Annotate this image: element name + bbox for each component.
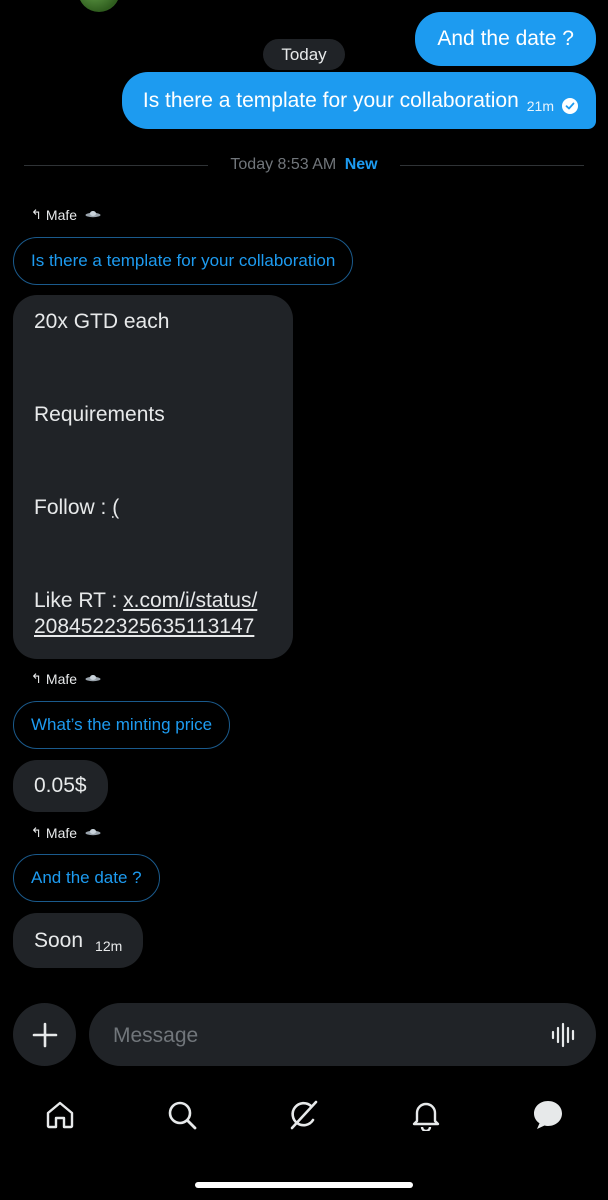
message-text: Is there a template for your collaborati…	[142, 88, 519, 112]
follow-link[interactable]: (	[112, 496, 119, 519]
divider-line-left	[24, 165, 208, 166]
new-label: New	[344, 156, 378, 173]
messages-icon	[534, 1101, 562, 1129]
incoming-message[interactable]: 0.05$	[13, 760, 108, 812]
outgoing-message[interactable]: Is there a template for your collaborati…	[121, 72, 596, 129]
reply-to-name: Mafe	[45, 207, 78, 223]
avatar[interactable]	[78, 0, 120, 12]
like-rt-label: Like RT :	[34, 589, 124, 612]
voice-message-icon[interactable]	[550, 1021, 578, 1054]
quoted-text: What’s the minting price	[31, 715, 213, 734]
dm-conversation-screen: And the date ? Today Is there a template…	[0, 0, 608, 1200]
reply-to-name: Mafe	[45, 671, 78, 687]
reply-indicator: ↰ Mafe	[31, 671, 101, 687]
home-icon	[46, 1101, 74, 1129]
incoming-message[interactable]: Soon 12m	[13, 913, 144, 968]
message-timestamp: 21m	[526, 97, 554, 114]
message-line: Follow : (	[34, 495, 119, 521]
nav-messages[interactable]	[523, 1090, 573, 1140]
nav-notifications[interactable]	[401, 1090, 451, 1140]
quoted-text: And the date ?	[31, 868, 142, 887]
date-label: Today	[281, 44, 327, 64]
outgoing-message[interactable]: And the date ?	[415, 12, 596, 66]
add-media-button[interactable]	[13, 1003, 76, 1066]
quoted-message[interactable]: Is there a template for your collaborati…	[13, 237, 354, 285]
follow-label: Follow :	[34, 496, 113, 519]
grok-icon	[290, 1100, 318, 1130]
message-text: 0.05$	[34, 774, 87, 797]
quoted-message[interactable]: What’s the minting price	[13, 701, 231, 749]
quoted-message[interactable]: And the date ?	[13, 854, 160, 902]
bottom-navigation	[0, 1090, 608, 1140]
reply-indicator: ↰ Mafe	[31, 825, 101, 841]
status-link[interactable]: x.com/i/status/	[123, 589, 257, 612]
message-field-wrapper	[89, 1003, 596, 1068]
notifications-icon	[412, 1102, 440, 1131]
quoted-text: Is there a template for your collaborati…	[31, 251, 336, 270]
message-line: 20x GTD each	[34, 310, 170, 333]
divider-line-right	[400, 165, 584, 166]
plus-icon	[32, 1022, 57, 1047]
message-composer	[0, 1003, 608, 1068]
status-link-id[interactable]: 2084522325635113147	[34, 615, 254, 638]
reply-arrow-icon: ↰	[31, 207, 42, 222]
reply-arrow-icon: ↰	[31, 671, 42, 686]
nav-grok[interactable]	[279, 1090, 329, 1140]
incoming-message[interactable]: 20x GTD each Requirements Follow : ( Lik…	[13, 295, 293, 659]
new-messages-divider: Today 8:53 AM New	[208, 156, 400, 174]
divider-time: Today 8:53 AM	[230, 156, 337, 173]
reply-to-name: Mafe	[45, 825, 78, 841]
message-text: And the date ?	[437, 27, 574, 50]
message-line: Requirements	[34, 403, 165, 426]
ufo-emoji-icon	[85, 826, 101, 840]
home-indicator[interactable]	[195, 1182, 413, 1188]
message-text: Soon	[34, 928, 84, 952]
reply-arrow-icon: ↰	[31, 825, 42, 840]
ufo-emoji-icon	[85, 672, 101, 686]
message-input[interactable]	[111, 1003, 535, 1068]
reply-indicator: ↰ Mafe	[31, 207, 101, 223]
nav-home[interactable]	[35, 1090, 85, 1140]
message-line: Like RT : x.com/i/status/ 20845223256351…	[34, 588, 257, 641]
read-check-icon	[562, 97, 578, 114]
ufo-emoji-icon	[85, 208, 101, 222]
date-separator: Today	[263, 39, 345, 70]
nav-search[interactable]	[157, 1090, 207, 1140]
message-timestamp: 12m	[95, 937, 123, 954]
search-icon	[168, 1101, 197, 1130]
